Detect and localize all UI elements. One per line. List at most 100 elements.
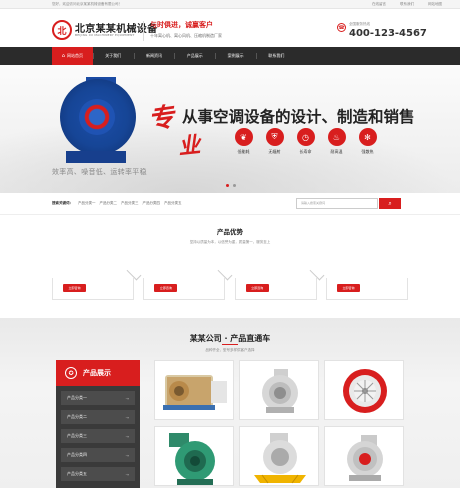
slogan-sub: 十年离心机、离心风机、压缩机制造厂家 (150, 33, 222, 38)
consult-button[interactable]: 立即咨询 (154, 284, 178, 292)
advantage-card: 立即咨询 (325, 278, 408, 300)
nav-cases[interactable]: 案例展示 (215, 47, 256, 65)
banner-features: ❦ 低能耗 ⛨ 无辐射 ◷ 长寿命 ♨ 耐高温 ✻ 强散热 (232, 128, 379, 155)
product-image (343, 369, 387, 413)
top-link-contact[interactable]: 联系我们 (400, 2, 414, 7)
product-tile[interactable] (154, 426, 234, 486)
product-tile[interactable] (239, 360, 319, 420)
product-tile[interactable] (239, 426, 319, 486)
products-desc: 品种齐全，型号多样供客户选择 (205, 348, 255, 352)
search-bar: 搜索关键词： 产品分类一 产品分类二 产品分类三 产品分类四 产品分类五 请输入… (0, 193, 460, 215)
slider-dot-1[interactable] (226, 184, 229, 187)
banner-headline: 从事空调设备的设计、制造和销售 (182, 108, 415, 126)
top-link-message[interactable]: 在线留言 (372, 2, 386, 7)
leaf-icon: ❦ (234, 128, 253, 146)
product-tile[interactable] (154, 360, 234, 420)
advantage-cards: 立即咨询 立即咨询 立即咨询 立即咨询 (52, 265, 408, 300)
consult-button[interactable]: 立即咨询 (336, 284, 360, 292)
search-button[interactable]: ⌕ (379, 198, 401, 209)
chevron-down-icon (126, 265, 142, 281)
product-image (169, 433, 215, 485)
product-image (163, 375, 227, 410)
feature-label: 强散热 (361, 149, 374, 154)
slider-dots (226, 184, 236, 187)
category-item[interactable]: 产品分类一 → (61, 391, 135, 405)
category-label: 产品分类一 (67, 395, 87, 400)
fan-icon: ✻ (358, 128, 377, 146)
medal-icon: ✪ (65, 367, 77, 379)
feature-label: 长寿命 (299, 149, 312, 154)
banner-zhuan: 专 (146, 102, 177, 136)
sidebar-header: ✪ 产品展示 (56, 360, 140, 386)
shield-icon: ⛨ (265, 128, 284, 146)
category-label: 产品分类二 (67, 414, 87, 419)
feature-label: 低能耗 (237, 149, 250, 154)
feature-label: 耐高温 (330, 149, 343, 154)
header-divider (143, 21, 144, 41)
nav-contact[interactable]: 联系我们 (255, 47, 297, 65)
site-header: 北 北京某某机械设备 BEIJING XX MACHINERY EQUIPMEN… (0, 9, 460, 47)
nav-news[interactable]: 新闻资讯 (133, 47, 175, 65)
feature-label: 无辐射 (268, 149, 281, 154)
nav-products[interactable]: 产品展示 (174, 47, 215, 65)
phone-icon: ☎ (337, 23, 346, 32)
welcome-text: 您好，欢迎访问北京某某机械设备有限公司！ (52, 2, 122, 6)
keyword-link[interactable]: 产品分类四 (143, 201, 161, 206)
keyword-list: 产品分类一 产品分类二 产品分类三 产品分类四 产品分类五 (78, 201, 182, 206)
chevron-down-icon (309, 265, 325, 281)
search-icon: ⌕ (388, 199, 392, 207)
feature-low-energy: ❦ 低能耗 (232, 128, 255, 155)
keyword-link[interactable]: 产品分类一 (78, 201, 96, 206)
feature-no-radiation: ⛨ 无辐射 (263, 128, 286, 155)
keyword-link[interactable]: 产品分类二 (100, 201, 118, 206)
advantage-card: 立即咨询 (143, 265, 233, 300)
category-item[interactable]: 产品分类五 → (61, 467, 135, 481)
product-image (254, 433, 306, 484)
banner-ye: 业 (176, 131, 202, 161)
slider-dot-2[interactable] (233, 184, 236, 187)
product-sidebar: ✪ 产品展示 产品分类一 → 产品分类二 → 产品分类三 → 产品分类四 → 产品分类五… (56, 360, 140, 488)
products-title: 某某公司 · 产品直通车 (189, 334, 271, 343)
product-tile[interactable] (324, 360, 404, 420)
logo-icon[interactable]: 北 (52, 20, 72, 40)
main-nav: ⌂ 网站首页 关于我们 新闻资讯 产品展示 案例展示 联系我们 (0, 47, 460, 65)
banner-tagline: 效率高、噪音低、运转率平稳 (52, 168, 147, 176)
category-label: 产品分类五 (67, 471, 87, 476)
category-item[interactable]: 产品分类二 → (61, 410, 135, 424)
category-label: 产品分类三 (67, 433, 87, 438)
title-underline (222, 344, 238, 345)
arrow-right-icon: → (125, 395, 129, 401)
slogan-main: 与时俱进，诚赢客户 (150, 21, 213, 29)
consult-button[interactable]: 立即咨询 (63, 284, 86, 292)
feature-heat-resistant: ♨ 耐高温 (325, 128, 348, 155)
company-name-en: BEIJING XX MACHINERY EQUIPMENT (75, 33, 135, 37)
sidebar-title: 产品展示 (83, 369, 111, 377)
product-tile[interactable] (324, 426, 404, 486)
arrow-right-icon: → (125, 414, 129, 420)
nav-about[interactable]: 关于我们 (92, 47, 134, 65)
top-link-sitemap[interactable]: 网站地图 (428, 2, 442, 7)
category-item[interactable]: 产品分类四 → (61, 448, 135, 462)
feature-long-life: ◷ 长寿命 (294, 128, 317, 155)
arrow-right-icon: → (125, 452, 129, 458)
clock-icon: ◷ (296, 128, 315, 146)
home-icon: ⌂ (61, 53, 65, 59)
category-list: 产品分类一 → 产品分类二 → 产品分类三 → 产品分类四 → 产品分类五 → (61, 391, 135, 486)
product-grid (154, 360, 404, 486)
advantage-desc: 坚持以质量为本，以信誉为重，质量第一，服务至上 (189, 240, 271, 244)
advantage-title: 产品优势 (217, 228, 243, 236)
chevron-down-icon (217, 265, 233, 281)
hero-banner[interactable]: 专 业 从事空调设备的设计、制造和销售 ❦ 低能耗 ⛨ 无辐射 ◷ 长寿命 ♨ 耐高温 … (0, 65, 460, 193)
feature-cooling: ✻ 强散热 (356, 128, 379, 155)
keyword-link[interactable]: 产品分类三 (121, 201, 139, 206)
category-item[interactable]: 产品分类三 → (61, 429, 135, 443)
search-input[interactable]: 请输入搜索关键词 (296, 198, 378, 209)
consult-button[interactable]: 立即咨询 (245, 284, 269, 292)
advantage-card: 立即咨询 (52, 265, 142, 300)
keyword-link[interactable]: 产品分类五 (164, 201, 182, 206)
product-image (347, 435, 383, 481)
nav-home[interactable]: ⌂ 网站首页 (52, 47, 93, 65)
nav-home-label: 网站首页 (66, 53, 83, 58)
advantage-card: 立即咨询 (234, 265, 325, 300)
arrow-right-icon: → (125, 471, 129, 477)
